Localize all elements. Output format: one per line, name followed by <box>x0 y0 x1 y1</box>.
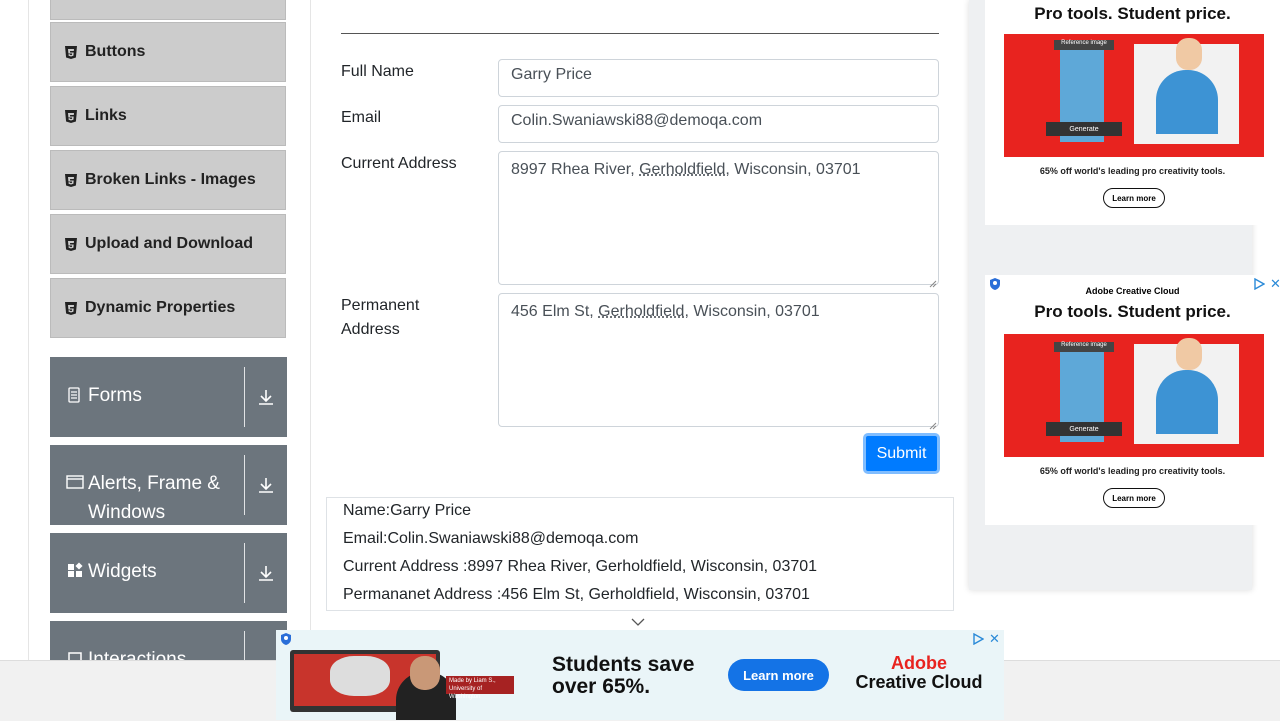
ad-footnote: 65% off world's leading pro creativity t… <box>985 466 1280 476</box>
sidebar-item-label: Dynamic Properties <box>85 299 235 317</box>
ad-close-icon[interactable]: ✕ <box>989 631 1000 647</box>
group-divider <box>244 455 245 515</box>
output-email: Email:Colin.Swaniawski88@demoqa.com <box>343 530 638 548</box>
ad-caption: Made by Liam S., University of Washingto… <box>446 676 514 694</box>
sidebar-item-buttons[interactable]: Buttons <box>50 22 286 82</box>
left-divider <box>28 0 29 660</box>
permanent-address-label: Permanent Address <box>341 294 461 342</box>
download-icon[interactable] <box>245 445 287 525</box>
current-address-label: Current Address <box>341 152 457 176</box>
address-text: , Wisconsin, 03701 <box>684 303 819 320</box>
bottom-banner-ad[interactable]: Made by Liam S., University of Washingto… <box>276 630 1004 720</box>
ad-bottom-brand: Adobe Creative Cloud <box>854 654 984 692</box>
ad-play-icon[interactable] <box>972 632 984 650</box>
html5-icon <box>65 45 77 59</box>
ad-image: Reference image Generate <box>1004 334 1264 457</box>
sidebar-group-label: Alerts, Frame & Windows <box>88 469 228 527</box>
address-text: , Wisconsin, 03701 <box>725 161 860 178</box>
window-icon <box>66 474 84 492</box>
sidebar-group-widgets[interactable]: Widgets <box>50 533 287 613</box>
sidebar-item-links[interactable]: Links <box>50 86 286 146</box>
ad-play-icon[interactable] <box>1253 277 1265 295</box>
ad-generate-label: Generate <box>1046 422 1122 436</box>
submit-button[interactable]: Submit <box>863 433 940 474</box>
ad-headline: Pro tools. Student price. <box>985 302 1280 322</box>
sidebar-item-label: Links <box>85 107 127 125</box>
sidebar-item-broken-links[interactable]: Broken Links - Images <box>50 150 286 210</box>
output-permanent-address: Permananet Address :456 Elm St, Gerholdf… <box>343 586 810 604</box>
email-label: Email <box>341 106 381 130</box>
content-divider <box>310 0 311 660</box>
ad-footnote: 65% off world's leading pro creativity t… <box>985 166 1280 176</box>
permanent-address-textarea[interactable]: 456 Elm St, Gerholdfield, Wisconsin, 037… <box>498 293 939 427</box>
group-divider <box>244 543 245 603</box>
ad-close-icon[interactable]: ✕ <box>1270 276 1280 292</box>
sidebar-group-label: Forms <box>88 381 142 410</box>
output-name: Name:Garry Price <box>343 502 471 520</box>
ad-learn-more-button[interactable]: Learn more <box>1103 188 1165 208</box>
address-text: 456 Elm St, <box>511 303 598 320</box>
sidebar-group-alerts[interactable]: Alerts, Frame & Windows <box>50 445 287 525</box>
sidebar-item-partial[interactable] <box>50 0 286 20</box>
sidebar-item-upload-download[interactable]: Upload and Download <box>50 214 286 274</box>
full-name-input[interactable]: Garry Price <box>498 59 939 97</box>
ad-bottom-brand-bottom: Creative Cloud <box>854 673 984 692</box>
ad-bottom-cta-button[interactable]: Learn more <box>728 659 829 691</box>
resize-handle-icon[interactable] <box>929 417 937 425</box>
widgets-icon <box>66 562 84 580</box>
sidebar-item-dynamic-properties[interactable]: Dynamic Properties <box>50 278 286 338</box>
output-current-address: Current Address :8997 Rhea River, Gerhol… <box>343 558 817 576</box>
spellcheck-word: Gerholdfield <box>639 161 725 178</box>
form-top-rule <box>341 33 939 34</box>
ad-choices-icon[interactable] <box>279 632 293 651</box>
sidebar-item-label: Upload and Download <box>85 235 253 253</box>
html5-icon <box>65 173 77 187</box>
ad-image: Reference image Generate <box>1004 34 1264 157</box>
html5-icon <box>65 301 77 315</box>
address-text: 8997 Rhea River, <box>511 161 639 178</box>
current-address-textarea[interactable]: 8997 Rhea River, Gerholdfield, Wisconsin… <box>498 151 939 285</box>
sidebar-group-forms[interactable]: Forms <box>50 357 287 437</box>
sidebar-item-label: Broken Links - Images <box>85 171 256 189</box>
full-name-label: Full Name <box>341 60 414 84</box>
download-icon[interactable] <box>245 357 287 437</box>
ad-generate-label: Generate <box>1046 122 1122 136</box>
html5-icon <box>65 237 77 251</box>
ad-bottom-brand-top: Adobe <box>854 654 984 673</box>
email-input[interactable]: Colin.Swaniawski88@demoqa.com <box>498 105 939 143</box>
spellcheck-word: Gerholdfield <box>598 303 684 320</box>
sidebar-group-label: Widgets <box>88 557 157 586</box>
output-panel: Name:Garry Price Email:Colin.Swaniawski8… <box>326 497 954 611</box>
ad-choices-icon[interactable] <box>988 277 1002 291</box>
ad-bottom-headline: Students save over 65%. <box>552 654 722 698</box>
sidebar-item-label: Buttons <box>85 43 145 61</box>
form-icon <box>66 386 84 404</box>
ad-headline: Pro tools. Student price. <box>985 4 1280 24</box>
ad-reference-label: Reference image <box>1054 342 1114 352</box>
ad-reference-label: Reference image <box>1054 40 1114 50</box>
download-icon[interactable] <box>245 533 287 613</box>
html5-icon <box>65 109 77 123</box>
resize-handle-icon[interactable] <box>929 275 937 283</box>
ad-learn-more-button[interactable]: Learn more <box>1103 488 1165 508</box>
ad-brand: Adobe Creative Cloud <box>985 286 1280 296</box>
group-divider <box>244 367 245 427</box>
